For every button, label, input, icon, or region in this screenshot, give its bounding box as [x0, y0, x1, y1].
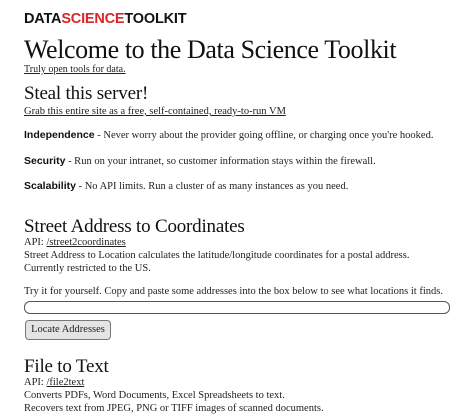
logo-part-toolkit: TOOLKIT	[124, 11, 187, 27]
feature-text: - Never worry about the provider going o…	[94, 130, 434, 141]
feature-scalability: Scalability - No API limits. Run a clust…	[24, 180, 348, 192]
file2text-link[interactable]: /file2text	[46, 377, 84, 388]
street-try-text: Try it for yourself. Copy and paste some…	[24, 286, 443, 297]
tagline-link[interactable]: Truly open tools for data.	[24, 64, 126, 75]
file-desc-2: Recovers text from JPEG, PNG or TIFF ima…	[24, 403, 324, 414]
feature-security: Security - Run on your intranet, so cust…	[24, 155, 376, 167]
street-heading: Street Address to Coordinates	[24, 216, 245, 237]
street-desc-2: Currently restricted to the US.	[24, 263, 151, 274]
logo-part-data: DATA	[24, 11, 62, 27]
server-heading: Steal this server!	[24, 83, 149, 104]
page-title: Welcome to the Data Science Toolkit	[24, 35, 397, 64]
file-api-line: API: /file2text	[24, 377, 84, 388]
logo-part-science: SCIENCE	[61, 11, 125, 27]
site-logo[interactable]: DATASCIENCETOOLKIT	[24, 11, 187, 27]
feature-label: Scalability	[24, 180, 76, 192]
feature-label: Independence	[24, 129, 95, 141]
street2coordinates-link[interactable]: /street2coordinates	[46, 237, 125, 248]
feature-text: - Run on your intranet, so customer info…	[65, 156, 376, 167]
file-heading: File to Text	[24, 356, 109, 377]
feature-text: - No API limits. Run a cluster of as man…	[75, 181, 349, 192]
feature-independence: Independence - Never worry about the pro…	[24, 129, 433, 141]
street-api-line: API: /street2coordinates	[24, 237, 126, 248]
api-prefix: API:	[24, 377, 47, 388]
file-desc-1: Converts PDFs, Word Documents, Excel Spr…	[24, 390, 285, 401]
grab-vm-link[interactable]: Grab this entire site as a free, self-co…	[24, 106, 286, 117]
api-prefix: API:	[24, 237, 47, 248]
feature-label: Security	[24, 155, 66, 167]
street-desc-1: Street Address to Location calculates th…	[24, 250, 410, 261]
address-input[interactable]	[24, 301, 450, 314]
locate-addresses-button[interactable]: Locate Addresses	[25, 320, 111, 340]
